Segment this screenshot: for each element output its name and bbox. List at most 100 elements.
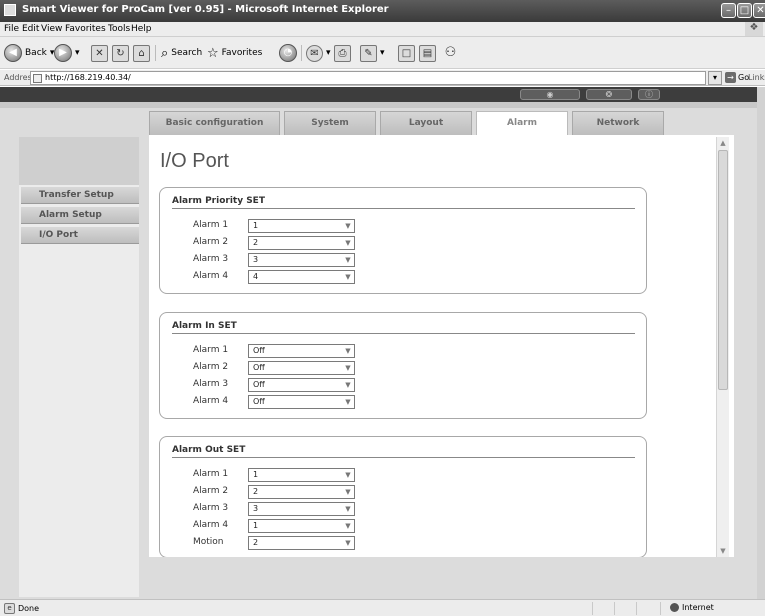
view-header-button[interactable]: ◉ [520, 89, 580, 100]
menu-edit[interactable]: Edit [22, 24, 39, 34]
back-button[interactable]: ◀ Back ▾ [4, 44, 54, 62]
stop-button[interactable]: ✕ [91, 44, 108, 62]
field-label: Alarm 4 [193, 396, 229, 406]
tab-basic-configuration[interactable]: Basic configuration [149, 111, 280, 135]
tab-system[interactable]: System [284, 111, 376, 135]
motion-select[interactable]: 2 ▼ [248, 536, 355, 550]
field-label: Alarm 4 [193, 520, 229, 530]
sidebar-item-alarm-setup[interactable]: Alarm Setup [21, 207, 139, 224]
alarm-priority-select-1[interactable]: 1 ▼ [248, 219, 355, 233]
ie-app-icon[interactable] [4, 4, 16, 16]
section-divider [172, 457, 635, 458]
mail-button[interactable]: ✉ ▾ [306, 44, 331, 62]
tab-layout[interactable]: Layout [380, 111, 472, 135]
form-row: Alarm 2 2 ▼ [160, 485, 460, 499]
go-arrow-icon: → [725, 72, 736, 83]
address-dropdown-button[interactable]: ▾ [708, 71, 722, 85]
chevron-down-icon: ▼ [345, 471, 351, 479]
select-value: 1 [253, 221, 259, 230]
refresh-button[interactable]: ↻ [112, 44, 129, 62]
field-label: Alarm 4 [193, 271, 229, 281]
links-button[interactable]: Links [748, 73, 765, 82]
messenger-button[interactable]: ⚇ [442, 44, 459, 62]
discuss-button[interactable]: □ [398, 44, 415, 62]
menu-tools[interactable]: Tools [108, 24, 130, 34]
form-row: Alarm 1 1 ▼ [160, 219, 460, 233]
edit-icon: ✎ [360, 44, 377, 62]
content-scrollbar[interactable]: ▲ ▼ [716, 137, 729, 557]
forward-arrow-icon: ▶ [54, 44, 72, 62]
tab-alarm[interactable]: Alarm [476, 111, 568, 137]
menu-file[interactable]: File [4, 24, 19, 34]
setup-header-button[interactable]: ❂ [586, 89, 632, 100]
home-button[interactable]: ⌂ [133, 44, 150, 62]
chevron-down-icon: ▼ [345, 256, 351, 264]
sidebar-item-io-port[interactable]: I/O Port [21, 227, 139, 244]
info-header-button[interactable]: ⓘ [638, 89, 660, 100]
scrollbar-thumb[interactable] [718, 150, 728, 390]
form-row: Alarm 2 2 ▼ [160, 236, 460, 250]
scroll-up-icon[interactable]: ▲ [717, 137, 729, 149]
search-button[interactable]: ⌕ Search [161, 44, 202, 62]
alarm-priority-select-2[interactable]: 2 ▼ [248, 236, 355, 250]
alarm-priority-select-3[interactable]: 3 ▼ [248, 253, 355, 267]
toolbar-separator [301, 45, 302, 61]
select-value: Off [253, 380, 265, 389]
maximize-button[interactable]: □ [737, 3, 752, 18]
mail-icon: ✉ [306, 44, 323, 62]
print-button[interactable]: ⎙ [334, 44, 351, 62]
chevron-down-icon: ▼ [345, 381, 351, 389]
chevron-down-icon: ▼ [345, 273, 351, 281]
chevron-down-icon: ▼ [345, 364, 351, 372]
windows-logo-icon: ❖ [745, 22, 763, 36]
menu-view[interactable]: View [41, 24, 62, 34]
status-text: e Done [4, 603, 39, 614]
menu-help[interactable]: Help [131, 24, 152, 34]
form-row: Motion 2 ▼ [160, 536, 460, 550]
alarm-out-select-3[interactable]: 3 ▼ [248, 502, 355, 516]
close-button[interactable]: ✕ [753, 3, 765, 18]
window-title: Smart Viewer for ProCam [ver 0.95] - Mic… [22, 4, 389, 15]
alarm-in-select-1[interactable]: Off ▼ [248, 344, 355, 358]
page-done-icon: e [4, 603, 15, 614]
scroll-down-icon[interactable]: ▼ [717, 545, 729, 557]
address-input[interactable]: http://168.219.40.34/ [30, 71, 706, 85]
status-divider [614, 602, 615, 615]
select-value: 2 [253, 487, 259, 496]
zone-label: Internet [682, 603, 714, 612]
favorites-button[interactable]: ☆ Favorites [207, 44, 262, 62]
alarm-in-select-2[interactable]: Off ▼ [248, 361, 355, 375]
alarm-out-select-4[interactable]: 1 ▼ [248, 519, 355, 533]
alarm-in-select-3[interactable]: Off ▼ [248, 378, 355, 392]
globe-icon [670, 603, 679, 612]
alarm-out-select-1[interactable]: 1 ▼ [248, 468, 355, 482]
page-title: I/O Port [160, 150, 229, 172]
alarm-in-select-4[interactable]: Off ▼ [248, 395, 355, 409]
page-scrollbar[interactable] [757, 87, 765, 599]
select-value: Off [253, 363, 265, 372]
discuss-icon: □ [398, 44, 415, 62]
select-value: 2 [253, 538, 259, 547]
research-button[interactable]: ▤ [419, 44, 436, 62]
field-label: Alarm 1 [193, 220, 229, 230]
tab-network[interactable]: Network [572, 111, 664, 135]
alarm-out-select-2[interactable]: 2 ▼ [248, 485, 355, 499]
browser-toolbar: ◀ Back ▾ ▶ ▾ ✕ ↻ ⌂ ⌕ Search ☆ Favorites … [0, 37, 765, 69]
sidebar-item-transfer-setup[interactable]: Transfer Setup [21, 187, 139, 204]
field-label: Alarm 3 [193, 379, 229, 389]
minimize-button[interactable]: – [721, 3, 736, 18]
forward-button[interactable]: ▶ ▾ [54, 44, 80, 62]
chevron-down-icon: ▼ [345, 505, 351, 513]
alarm-priority-select-4[interactable]: 4 ▼ [248, 270, 355, 284]
section-divider [172, 333, 635, 334]
chevron-down-icon: ▼ [345, 522, 351, 530]
field-label: Motion [193, 537, 224, 547]
go-button[interactable]: → Go [725, 72, 749, 83]
mail-dropdown-icon: ▾ [326, 48, 331, 58]
form-row: Alarm 4 Off ▼ [160, 395, 460, 409]
menu-favorites[interactable]: Favorites [65, 24, 106, 34]
edit-button[interactable]: ✎ ▾ [360, 44, 385, 62]
history-button[interactable]: ◔ [279, 44, 297, 62]
field-label: Alarm 2 [193, 237, 229, 247]
form-row: Alarm 2 Off ▼ [160, 361, 460, 375]
